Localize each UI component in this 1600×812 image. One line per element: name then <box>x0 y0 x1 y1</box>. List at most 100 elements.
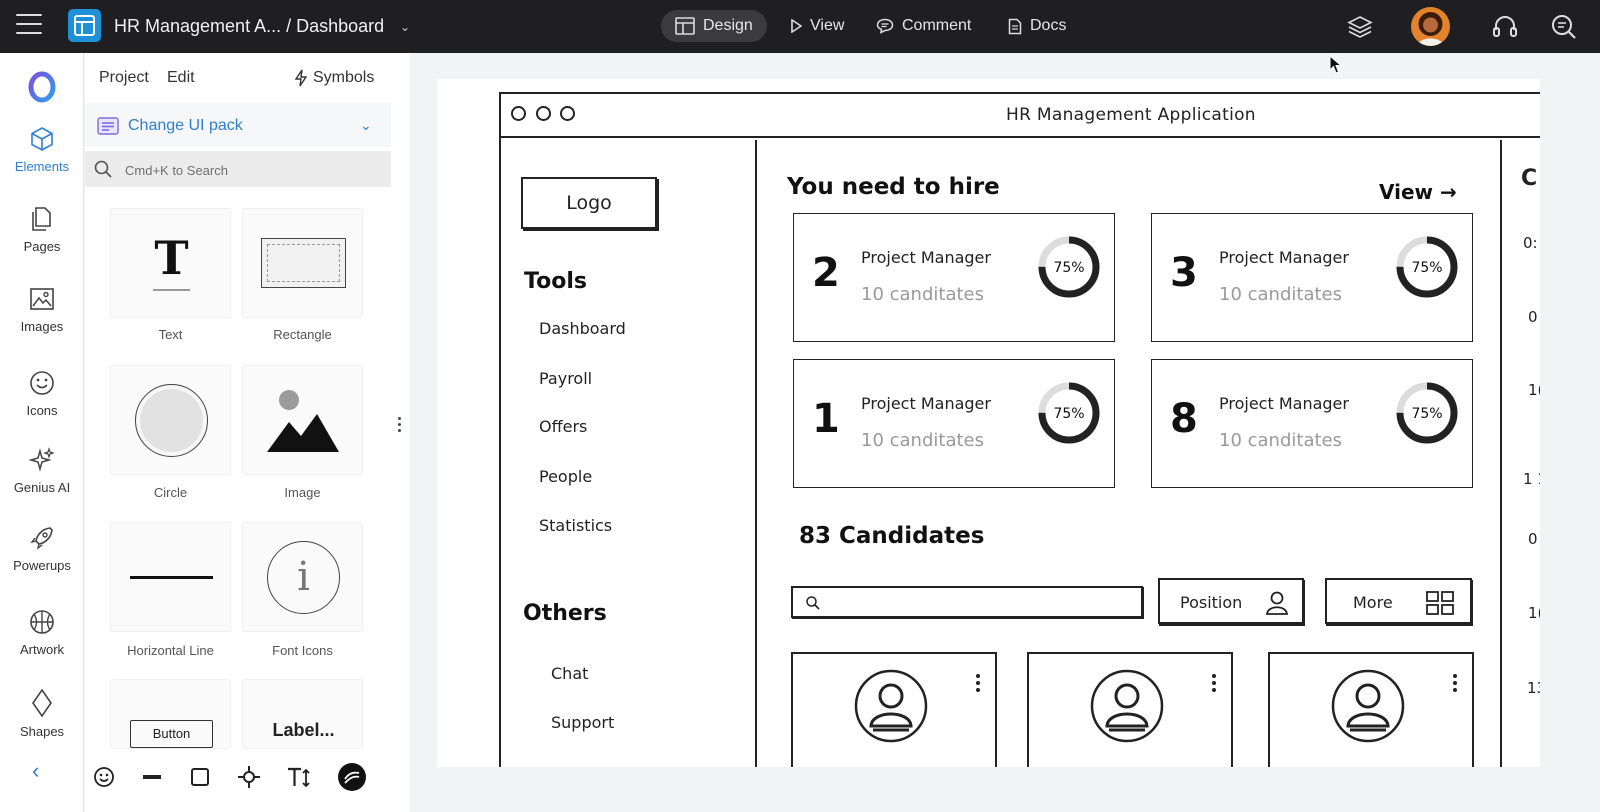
text-preview: T <box>154 231 189 285</box>
right-column-row: 1( <box>1528 604 1540 622</box>
rocket-icon <box>30 527 53 550</box>
tile-font-icons-label: Font Icons <box>272 643 333 658</box>
symbols-button[interactable]: Symbols <box>295 69 374 87</box>
top-bar: HR Management A... / Dashboard ⌄ Design … <box>0 0 1600 53</box>
position-filter-button[interactable]: Position <box>1158 578 1304 624</box>
rail-item-images[interactable]: Images <box>0 285 84 334</box>
search-input[interactable] <box>125 159 375 181</box>
tile-rectangle[interactable] <box>242 208 363 318</box>
lightning-icon <box>295 69 307 87</box>
chevron-down-icon[interactable]: ⌄ <box>360 117 372 134</box>
hire-candidate-count: 10 canditates <box>1219 284 1342 305</box>
nav-offers[interactable]: Offers <box>539 417 587 436</box>
rail-item-pages[interactable]: Pages <box>0 205 84 254</box>
more-label: More <box>1353 593 1393 612</box>
tab-docs[interactable]: Docs <box>994 10 1080 42</box>
candidate-card[interactable] <box>1027 652 1233 767</box>
app-logo-icon[interactable] <box>68 9 101 42</box>
avatar[interactable] <box>1411 7 1450 46</box>
grid-icon <box>1426 591 1454 615</box>
right-column-row: 1( <box>1528 381 1540 399</box>
search-help-icon[interactable] <box>1550 13 1578 41</box>
nav-people[interactable]: People <box>539 467 592 486</box>
hire-card[interactable]: 3 Project Manager 10 canditates 75% <box>1151 213 1473 342</box>
symbols-label: Symbols <box>313 69 375 86</box>
user-icon <box>1265 591 1289 615</box>
font-icon-preview: i <box>267 541 340 614</box>
design-canvas[interactable]: HR Management Application Logo Tools Das… <box>437 79 1540 767</box>
smiley-icon[interactable] <box>92 765 116 789</box>
tile-circle-label: Circle <box>153 485 188 500</box>
square-icon[interactable] <box>188 765 212 789</box>
nav-support[interactable]: Support <box>551 713 614 732</box>
right-column-heading: C <box>1521 166 1538 191</box>
tile-label[interactable]: Label... <box>242 679 363 749</box>
rail-item-powerups[interactable]: Powerups <box>0 524 84 573</box>
hire-card[interactable]: 1 Project Manager 10 canditates 75% <box>793 359 1115 488</box>
nav-chat[interactable]: Chat <box>551 664 588 683</box>
collapse-panel-icon[interactable]: ‹ <box>32 758 39 784</box>
rail-item-shapes[interactable]: Shapes <box>0 688 84 739</box>
hire-number: 8 <box>1170 396 1198 442</box>
tile-font-icons[interactable]: i <box>242 522 363 632</box>
candidate-card[interactable] <box>791 652 997 767</box>
hire-role: Project Manager <box>861 394 991 413</box>
tools-heading: Tools <box>524 269 587 294</box>
logo-placeholder[interactable]: Logo <box>521 177 657 229</box>
left-rail: Elements Pages Images Icons Genius AI Po… <box>0 53 84 812</box>
hire-card[interactable]: 2 Project Manager 10 canditates 75% <box>793 213 1115 342</box>
tile-image[interactable] <box>242 365 363 475</box>
tile-horizontal-line[interactable] <box>110 522 231 632</box>
line-icon[interactable] <box>140 765 164 789</box>
tab-comment[interactable]: Comment <box>862 10 985 42</box>
headset-icon[interactable] <box>1491 13 1519 41</box>
layers-icon[interactable] <box>1346 13 1374 41</box>
image-preview-icon <box>267 390 339 452</box>
hire-card[interactable]: 8 Project Manager 10 canditates 75% <box>1151 359 1473 488</box>
nav-payroll[interactable]: Payroll <box>539 369 592 388</box>
circle-preview <box>135 384 208 457</box>
kebab-menu-icon[interactable] <box>1453 674 1457 695</box>
candidate-card[interactable] <box>1268 652 1474 767</box>
layout-icon <box>675 17 695 35</box>
project-breadcrumb[interactable]: HR Management A... / Dashboard <box>114 16 384 37</box>
rail-item-artwork-label: Artwork <box>19 642 65 657</box>
candidates-heading: 83 Candidates <box>799 523 985 549</box>
tile-text-label: Text <box>158 327 183 342</box>
tile-circle[interactable] <box>110 365 231 475</box>
progress-ring: 75% <box>1396 382 1458 444</box>
move-icon[interactable] <box>237 765 261 789</box>
rail-item-genius-ai[interactable]: Genius AI <box>0 446 84 495</box>
tab-design-label: Design <box>703 17 753 34</box>
change-ui-pack[interactable]: Change UI pack ⌄ <box>85 103 391 147</box>
project-menu[interactable]: Project <box>99 69 149 87</box>
view-all-link[interactable]: View → <box>1379 180 1457 204</box>
kebab-menu-icon[interactable] <box>976 674 980 695</box>
tab-view[interactable]: View <box>776 10 858 42</box>
candidate-search-input[interactable] <box>791 586 1143 618</box>
edit-menu[interactable]: Edit <box>167 69 195 87</box>
rectangle-preview <box>261 238 346 288</box>
kebab-menu-icon[interactable] <box>1212 674 1216 695</box>
hire-candidate-count: 10 canditates <box>861 430 984 451</box>
hamburger-menu-icon[interactable] <box>16 14 42 36</box>
others-heading: Others <box>523 601 607 626</box>
rail-item-elements[interactable]: Elements <box>0 125 84 174</box>
text-size-icon[interactable] <box>286 765 314 789</box>
wireframe-window[interactable]: HR Management Application Logo Tools Das… <box>499 92 1540 767</box>
tile-button[interactable]: Button <box>110 679 231 749</box>
window-dot-minimize <box>536 106 551 121</box>
chevron-down-icon[interactable]: ⌄ <box>400 20 410 34</box>
nav-dashboard[interactable]: Dashboard <box>539 319 626 338</box>
panel-resize-handle[interactable] <box>398 417 402 435</box>
rail-item-artwork[interactable]: Artwork <box>0 608 84 657</box>
nav-statistics[interactable]: Statistics <box>539 516 612 535</box>
tile-text[interactable]: T <box>110 208 231 318</box>
tab-design[interactable]: Design <box>661 10 767 42</box>
rail-item-icons[interactable]: Icons <box>0 369 84 418</box>
right-column-row: 0: <box>1523 234 1538 252</box>
brand-icon[interactable] <box>337 762 367 792</box>
hire-heading: You need to hire <box>787 174 1000 200</box>
user-avatar-icon <box>1090 669 1164 743</box>
more-filter-button[interactable]: More <box>1325 578 1472 624</box>
